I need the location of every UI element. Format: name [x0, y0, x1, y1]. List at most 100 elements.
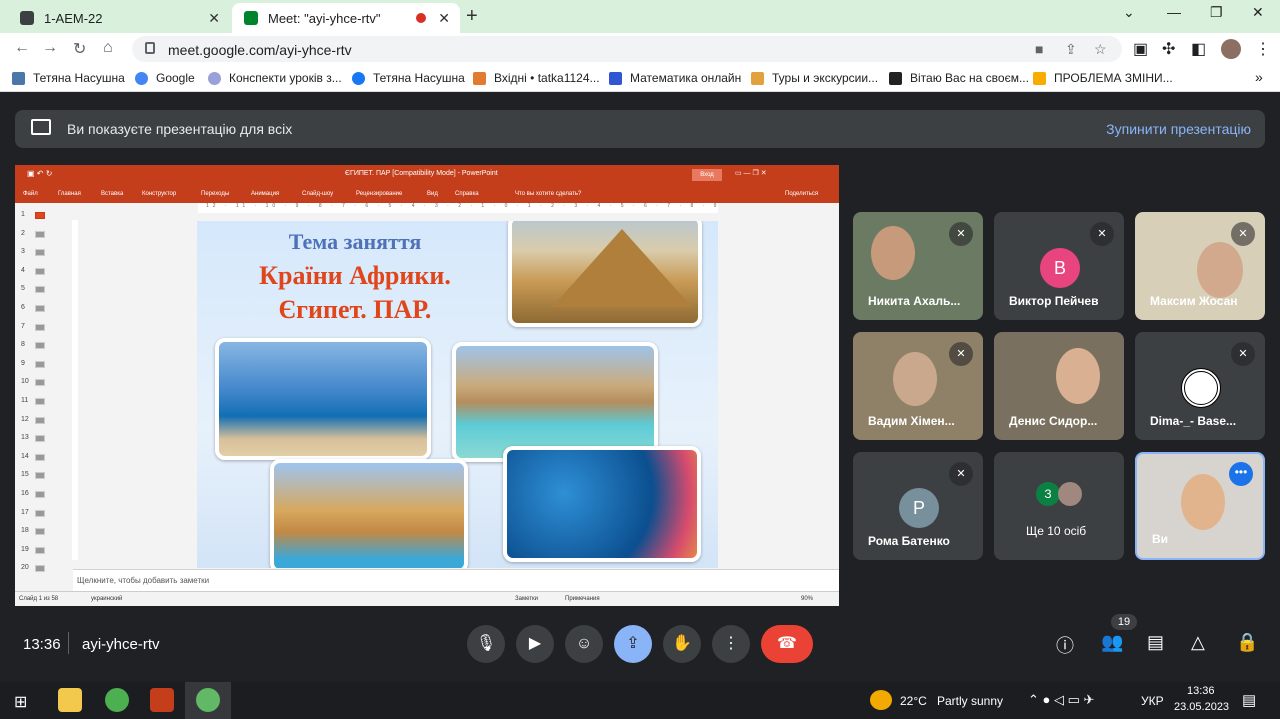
- side-panel-icon[interactable]: ◧: [1191, 39, 1206, 59]
- camera-icon[interactable]: ■: [1035, 41, 1043, 57]
- participant-name: Максим Жосан: [1150, 294, 1238, 308]
- login-button: Вход: [692, 169, 722, 181]
- new-tab-button[interactable]: +: [466, 5, 478, 28]
- resort-photo: [270, 459, 468, 568]
- bookmark-item[interactable]: Математика онлайн: [609, 71, 741, 85]
- bookmark-item[interactable]: Google: [135, 71, 195, 85]
- video-feed: [893, 352, 937, 406]
- close-tab-icon[interactable]: ✕: [438, 10, 450, 27]
- vk-icon: [12, 71, 25, 85]
- presenting-banner: Ви показуєте презентацію для всіх Зупини…: [15, 110, 1265, 148]
- bookmark-item[interactable]: Вітаю Вас на своєм...: [889, 71, 1029, 85]
- chat-icon[interactable]: ▤: [1147, 632, 1164, 653]
- reload-icon[interactable]: ↻: [73, 39, 86, 59]
- browser-toolbar: ← → ↻ ⌂ meet.google.com/ayi-yhce-rtv ■ ⇪…: [0, 33, 1280, 65]
- divider: [68, 632, 69, 654]
- more-options-icon[interactable]: •••: [1229, 462, 1253, 486]
- camera-button[interactable]: ▶: [516, 625, 554, 663]
- powerpoint-icon[interactable]: [150, 688, 174, 712]
- minimize-button[interactable]: —: [1167, 4, 1181, 20]
- activities-icon[interactable]: △: [1191, 632, 1205, 653]
- menu-icon[interactable]: ⋮: [1255, 39, 1271, 59]
- raise-hand-button[interactable]: ✋: [663, 625, 701, 663]
- forward-icon[interactable]: →: [42, 39, 58, 57]
- clock-time[interactable]: 13:36: [1187, 685, 1215, 697]
- more-participants-tile[interactable]: З Ще 10 осіб: [994, 452, 1124, 560]
- weather-icon[interactable]: [870, 690, 892, 710]
- participant-tile[interactable]: ✕ Никита Ахаль...: [853, 212, 983, 320]
- extension-icon[interactable]: ▣: [1133, 39, 1148, 59]
- participant-tile[interactable]: Денис Сидор...: [994, 332, 1124, 440]
- present-button[interactable]: ⇪: [614, 625, 652, 663]
- window-controls-icon: ▭ — ❐ ✕: [735, 170, 767, 177]
- google-icon: [135, 71, 148, 85]
- stop-presenting-button[interactable]: Зупинити презентацію: [1106, 121, 1251, 137]
- slide-number: 12: [21, 415, 29, 423]
- slide-thumbnail: [35, 416, 45, 424]
- slide-number: 9: [21, 359, 25, 367]
- participant-tile[interactable]: В ✕ Виктор Пейчев: [994, 212, 1124, 320]
- avatar: [1058, 482, 1082, 506]
- participant-name: Вадим Хімен...: [868, 414, 955, 428]
- people-icon[interactable]: 👥: [1101, 632, 1123, 653]
- profile-avatar[interactable]: [1221, 39, 1241, 59]
- host-controls-icon[interactable]: 🔒: [1236, 632, 1258, 653]
- self-tile[interactable]: ••• Ви: [1135, 452, 1265, 560]
- bookmark-item[interactable]: Туры и экскурсии...: [751, 71, 878, 85]
- participant-tile[interactable]: ✕ Максим Жосан: [1135, 212, 1265, 320]
- slide-number: 1: [21, 211, 25, 218]
- address-bar[interactable]: meet.google.com/ayi-yhce-rtv ■ ⇪ ☆: [132, 36, 1122, 62]
- participant-tile[interactable]: ✕ Dima-_- Base...: [1135, 332, 1265, 440]
- chrome-icon[interactable]: [105, 688, 129, 712]
- tab-classroom[interactable]: 1-AEM-22 ✕: [8, 3, 230, 33]
- bookmark-item[interactable]: Тетяна Насушна: [352, 71, 465, 85]
- tray-icons[interactable]: ⌃ ● ◁ ▭ ✈: [1028, 692, 1094, 708]
- ribbon-tab: Рецензирование: [356, 191, 403, 197]
- muted-icon: ✕: [949, 342, 973, 366]
- slide-number: 6: [21, 304, 25, 311]
- maximize-button[interactable]: ❐: [1210, 4, 1223, 21]
- emoji-button[interactable]: ☺: [565, 625, 603, 663]
- url-text[interactable]: meet.google.com/ayi-yhce-rtv: [168, 42, 352, 58]
- ribbon-tab: Вид: [427, 191, 438, 197]
- close-tab-icon[interactable]: ✕: [208, 10, 220, 27]
- more-bookmarks-icon[interactable]: »: [1255, 69, 1263, 85]
- microphone-button[interactable]: 🎙: [467, 625, 505, 663]
- bookmark-label: Конспекти уроків з...: [229, 71, 342, 85]
- participant-name: Денис Сидор...: [1009, 414, 1098, 428]
- ribbon-tab: Справка: [455, 191, 479, 197]
- participant-tile[interactable]: ✕ Вадим Хімен...: [853, 332, 983, 440]
- bookmark-item[interactable]: Тетяна Насушна: [12, 71, 125, 85]
- info-icon[interactable]: ⓘ: [1056, 632, 1074, 658]
- ribbon-tab: Слайд-шоу: [302, 191, 334, 197]
- close-window-button[interactable]: ✕: [1252, 4, 1264, 21]
- windows-start-icon[interactable]: ⊞: [14, 692, 27, 712]
- more-options-button[interactable]: ⋮: [712, 625, 750, 663]
- banner-text: Ви показуєте презентацію для всіх: [67, 121, 293, 137]
- back-icon[interactable]: ←: [14, 39, 30, 57]
- slide-thumbnail: [35, 398, 45, 405]
- tab-meet[interactable]: Meet: "ayi-yhce-rtv" ✕: [232, 3, 460, 33]
- tab-search-icon[interactable]: ⌄: [1123, 4, 1135, 21]
- notifications-icon[interactable]: ▤: [1242, 691, 1256, 709]
- slide-thumbnail: [35, 435, 45, 443]
- beach-photo: [215, 338, 431, 460]
- slide-number: 2: [21, 229, 25, 237]
- bookmark-item[interactable]: Вхідні • tatka1124...: [473, 71, 600, 85]
- clock-date[interactable]: 23.05.2023: [1174, 701, 1229, 713]
- puzzle-icon[interactable]: ✣: [1162, 39, 1175, 59]
- bookmark-item[interactable]: Конспекти уроків з...: [208, 71, 342, 85]
- leave-call-button[interactable]: ☎: [761, 625, 813, 663]
- ribbon-search: Что вы хотите сделать?: [515, 191, 582, 197]
- participant-name: Никита Ахаль...: [868, 294, 961, 308]
- bookmark-item[interactable]: ПРОБЛЕМА ЗМІНИ...: [1033, 71, 1173, 85]
- file-explorer-icon[interactable]: [58, 688, 82, 712]
- participant-tile[interactable]: Р ✕ Рома Батенко: [853, 452, 983, 560]
- input-language[interactable]: УКР: [1141, 694, 1164, 708]
- share-icon[interactable]: ⇪: [1065, 41, 1077, 58]
- bookmark-star-icon[interactable]: ☆: [1094, 41, 1107, 58]
- slide-thumbnail: [35, 565, 45, 573]
- slide-thumbnail: [35, 286, 45, 294]
- ribbon-tab: Конструктор: [142, 191, 177, 197]
- home-icon[interactable]: ⌂: [103, 39, 113, 57]
